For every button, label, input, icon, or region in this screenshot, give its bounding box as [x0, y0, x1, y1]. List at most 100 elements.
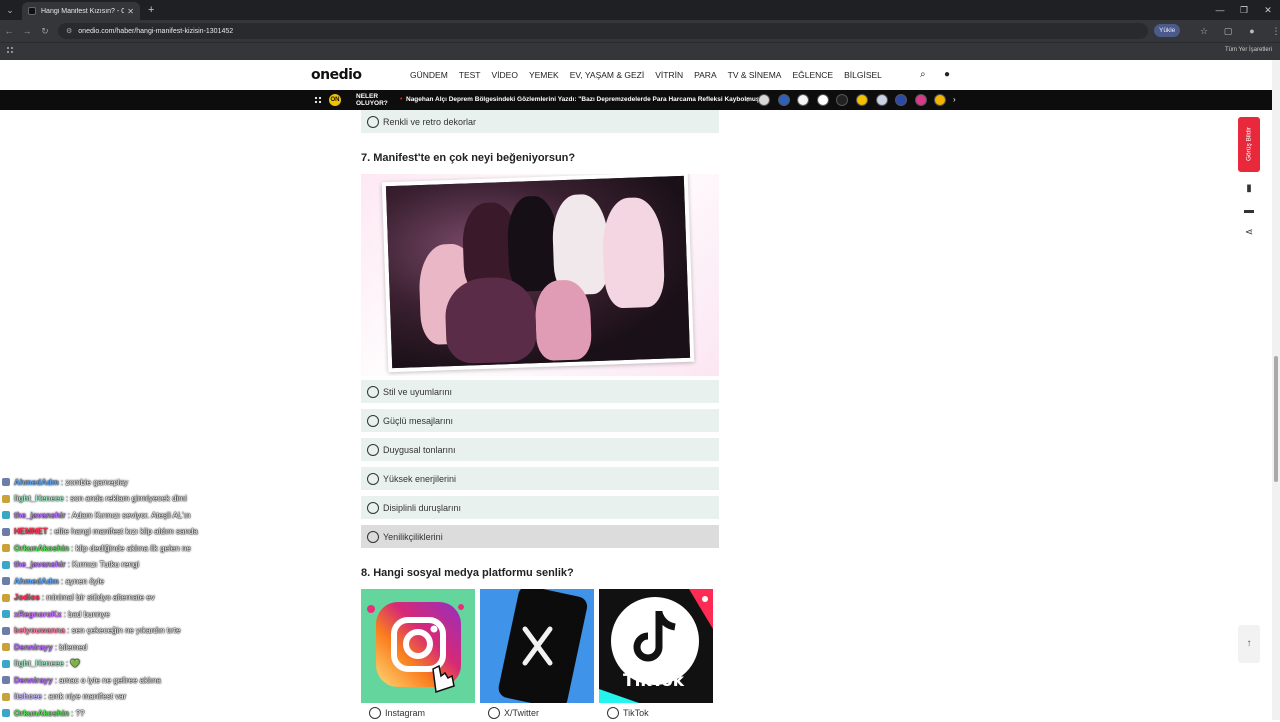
url-input[interactable]: ⚙ onedio.com/haber/hangi-manifest-kizisi… [58, 23, 1148, 39]
tab-title: Hangi Manifest Kızısın? - Oned [41, 7, 125, 15]
profile-icon[interactable]: ● [1240, 26, 1264, 36]
radio-button[interactable] [367, 385, 379, 398]
quiz-option[interactable]: Disiplinli duruşlarını [361, 496, 719, 519]
badge-icon [2, 478, 10, 487]
back-icon[interactable]: ← [0, 26, 18, 36]
quiz-option[interactable]: Yüksek enerjilerini [361, 467, 719, 490]
all-bookmarks-link[interactable]: Tüm Yer İşaretleri [1225, 47, 1272, 53]
user-icon[interactable]: ● [944, 69, 950, 80]
x-logo-icon [498, 589, 588, 703]
badge-icon [2, 643, 10, 652]
quiz-option[interactable]: X/Twitter [480, 707, 599, 719]
radio-button[interactable] [367, 501, 379, 514]
chat-badges [2, 626, 11, 635]
upload-button[interactable]: Yükle [1154, 24, 1181, 37]
ticker-prev-icon[interactable]: ‹ [746, 95, 749, 104]
window-controls: — ❐ ✕ [1208, 0, 1280, 20]
story-circle[interactable] [777, 94, 790, 106]
nav-item-bilgisel[interactable]: BİLGİSEL [844, 70, 882, 80]
close-tab-icon[interactable]: ✕ [127, 7, 134, 16]
quiz-option[interactable]: Duygusal tonlarını [361, 438, 719, 461]
radio-button[interactable] [367, 443, 379, 456]
nav-item-test[interactable]: TEST [459, 70, 481, 80]
page-scrollbar[interactable] [1272, 60, 1280, 720]
photo-figure [534, 279, 593, 362]
question-7-title: 7. Manifest'te en çok neyi beğeniyorsun? [361, 152, 576, 164]
quiz-option[interactable]: Instagram [361, 707, 480, 719]
tiktok-option-image[interactable]: TikTok [599, 589, 713, 703]
instagram-option-image[interactable] [361, 589, 475, 703]
reload-icon[interactable]: ↻ [36, 26, 54, 37]
browser-tab[interactable]: Hangi Manifest Kızısın? - Oned ✕ [22, 2, 140, 20]
chat-badges [2, 560, 11, 569]
chat-badges [2, 511, 11, 520]
chat-badges [2, 676, 11, 685]
quiz-option[interactable]: Yenilikçiliklerini [361, 525, 719, 548]
bookmark-star-icon[interactable]: ☆ [1192, 26, 1216, 37]
radio-button[interactable] [607, 707, 619, 719]
question-8-image-options: TikTok [361, 589, 718, 703]
nav-item-tv-sinema[interactable]: TV & SİNEMA [728, 70, 782, 80]
nav-item-gundem[interactable]: GÜNDEM [410, 70, 448, 80]
scroll-to-top-button[interactable]: ↑ [1238, 625, 1260, 663]
story-circle[interactable] [836, 94, 849, 106]
bookmark-icon[interactable]: ▮ [1238, 183, 1260, 194]
quiz-option[interactable]: TikTok [599, 707, 718, 719]
nav-item-yemek[interactable]: YEMEK [529, 70, 559, 80]
new-tab-icon[interactable]: + [148, 4, 154, 16]
radio-button[interactable] [367, 530, 379, 543]
story-circle[interactable] [758, 94, 770, 106]
menu-icon[interactable]: ⋮ [1264, 26, 1280, 37]
maximize-icon[interactable]: ❐ [1232, 0, 1256, 20]
minimize-icon[interactable]: — [1208, 0, 1232, 20]
story-circle[interactable] [895, 94, 908, 106]
site-info-icon[interactable]: ⚙ [66, 27, 72, 35]
radio-button[interactable] [488, 707, 500, 719]
tab-search-icon[interactable]: ⌄ [0, 0, 20, 20]
feedback-button[interactable]: Görüş Bildir [1238, 117, 1260, 172]
share-icon[interactable]: ⋖ [1238, 227, 1260, 238]
nav-item-eglence[interactable]: EĞLENCE [792, 70, 833, 80]
chat-badges [2, 577, 11, 586]
extensions-icon[interactable]: ▢ [1216, 26, 1240, 37]
chat-badges [2, 692, 11, 701]
story-circle[interactable] [934, 94, 947, 106]
nav-item-vitrin[interactable]: VİTRİN [655, 70, 683, 80]
story-circle[interactable] [797, 94, 810, 106]
radio-button[interactable] [367, 115, 379, 128]
oluyor-line: OLUYOR? [356, 100, 388, 107]
chat-text: : minimal bir stüdyo alternate ev [41, 593, 155, 603]
onedio-logo[interactable]: onedio [311, 67, 362, 83]
search-icon[interactable]: ⌕ [920, 69, 926, 80]
x-twitter-option-image[interactable] [480, 589, 594, 703]
grid-menu-icon[interactable] [314, 96, 322, 104]
apps-icon[interactable] [6, 46, 15, 55]
chat-text: : amac o iyte ne geliree aklına [54, 675, 161, 685]
neler-line: NELER [356, 93, 379, 100]
story-circle[interactable] [914, 94, 927, 106]
close-window-icon[interactable]: ✕ [1256, 0, 1280, 20]
comments-icon[interactable]: ▬ [1238, 205, 1260, 216]
nav-item-para[interactable]: PARA [694, 70, 717, 80]
story-circle[interactable] [855, 94, 868, 106]
site-favicon-icon [28, 7, 36, 15]
option-label: X/Twitter [504, 708, 540, 718]
chat-message: betyouwanna: sen çekeceğin ne yıkardın t… [2, 623, 302, 640]
badge-icon [2, 692, 10, 701]
radio-button[interactable] [367, 414, 379, 427]
forward-icon[interactable]: → [18, 26, 36, 36]
story-circle[interactable] [816, 94, 829, 106]
nav-item-ev-yasam-gezi[interactable]: EV, YAŞAM & GEZİ [570, 70, 644, 80]
radio-button[interactable] [369, 707, 381, 719]
ticker-next-icon[interactable]: › [953, 95, 956, 104]
radio-button[interactable] [367, 472, 379, 485]
badge-icon [2, 709, 10, 718]
quiz-option[interactable]: Renkli ve retro dekorlar [361, 110, 719, 133]
nav-item-video[interactable]: VİDEO [492, 70, 518, 80]
quiz-option[interactable]: Stil ve uyumlarını [361, 380, 719, 403]
scrollbar-thumb[interactable] [1274, 356, 1278, 482]
story-circle[interactable] [875, 94, 888, 106]
quiz-option[interactable]: Güçlü mesajlarını [361, 409, 719, 432]
badge-icon [2, 593, 10, 602]
ticker-headline[interactable]: Nagehan Alçı Deprem Bölgesindeki Gözleml… [406, 96, 763, 103]
